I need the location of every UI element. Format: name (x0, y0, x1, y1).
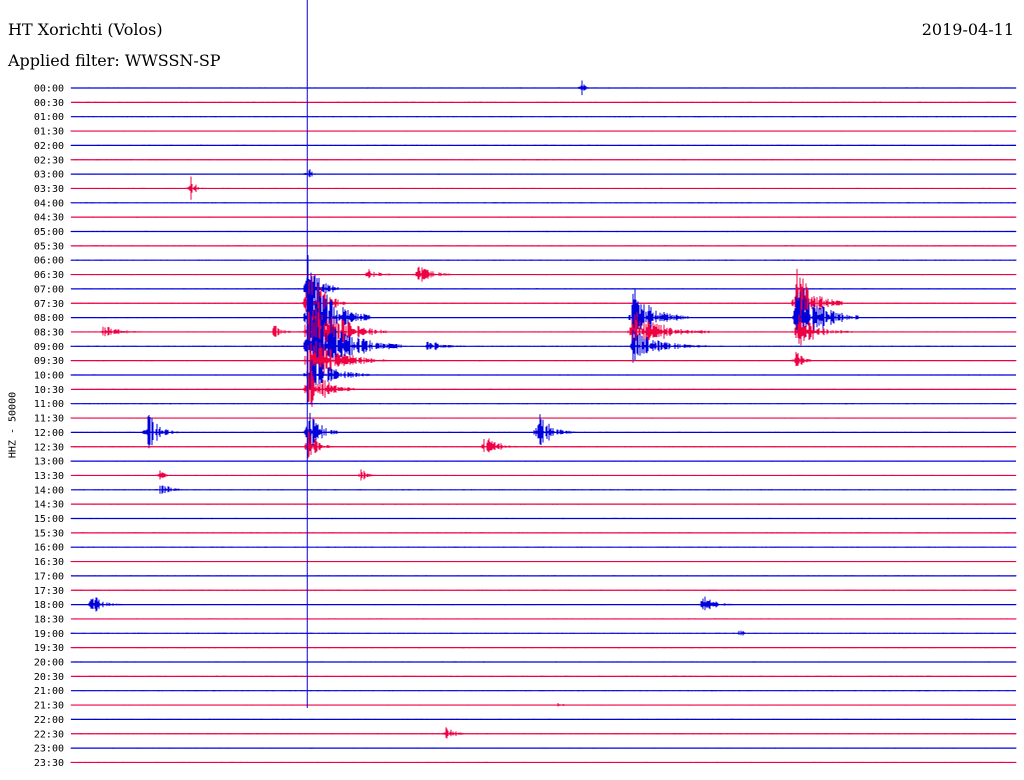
time-label-1300: 13:00 (34, 457, 64, 468)
time-label-0300: 03:00 (34, 170, 64, 181)
trace-1030 (70, 368, 1017, 407)
time-label-2230: 22:30 (34, 729, 64, 740)
time-label-2000: 20:00 (34, 658, 64, 669)
time-label-0700: 07:00 (34, 284, 64, 295)
time-label-1800: 18:00 (34, 600, 64, 611)
time-label-0900: 09:00 (34, 342, 64, 353)
time-label-0030: 00:30 (34, 98, 64, 109)
time-label-0330: 03:30 (34, 184, 64, 195)
time-label-2100: 21:00 (34, 686, 64, 697)
time-label-0130: 01:30 (34, 127, 64, 138)
time-label-1600: 16:00 (34, 543, 64, 554)
time-label-0200: 02:00 (34, 141, 64, 152)
time-label-1530: 15:30 (34, 528, 64, 539)
time-label-0730: 07:30 (34, 299, 64, 310)
time-label-1700: 17:00 (34, 571, 64, 582)
time-label-0100: 01:00 (34, 112, 64, 123)
trace-0900 (70, 313, 1017, 373)
time-label-0530: 05:30 (34, 241, 64, 252)
time-label-2030: 20:30 (34, 672, 64, 683)
time-label-0430: 04:30 (34, 213, 64, 224)
time-label-0830: 08:30 (34, 327, 64, 338)
time-label-1400: 14:00 (34, 485, 64, 496)
time-label-2130: 21:30 (34, 701, 64, 712)
trace-2230 (70, 727, 1017, 739)
time-label-1930: 19:30 (34, 643, 64, 654)
time-label-1030: 10:30 (34, 385, 64, 396)
time-label-2300: 23:00 (34, 744, 64, 755)
time-label-1230: 12:30 (34, 442, 64, 453)
time-label-1500: 15:00 (34, 514, 64, 525)
time-label-2330: 23:30 (34, 758, 64, 769)
seismogram-plot: 00:00 00:30 01:00 01:30 02:00 02:30 03:00 03:30… (34, 0, 1017, 769)
time-label-0500: 05:00 (34, 227, 64, 238)
time-label-2200: 22:00 (34, 715, 64, 726)
trace-0300 (70, 169, 1017, 178)
trace-1400 (71, 485, 1017, 494)
time-label-1630: 16:30 (34, 557, 64, 568)
time-label-0000: 00:00 (34, 84, 64, 95)
time-label-0600: 06:00 (34, 256, 64, 267)
time-label-1130: 11:30 (34, 414, 64, 425)
time-label-0400: 04:00 (34, 198, 64, 209)
time-label-1330: 13:30 (34, 471, 64, 482)
time-label-0230: 02:30 (34, 155, 64, 166)
time-label-1200: 12:00 (34, 428, 64, 439)
trace-0830 (70, 302, 1017, 352)
time-label-0630: 06:30 (34, 270, 64, 281)
time-label-1730: 17:30 (34, 586, 64, 597)
time-label-1430: 14:30 (34, 500, 64, 511)
time-label-1900: 19:00 (34, 629, 64, 640)
time-label-1830: 18:30 (34, 614, 64, 625)
trace-0800 (70, 276, 1017, 348)
time-label-0930: 09:30 (34, 356, 64, 367)
time-label-1100: 11:00 (34, 399, 64, 410)
time-label-1000: 10:00 (34, 371, 64, 382)
trace-0430 (70, 216, 1017, 218)
time-label-0800: 08:00 (34, 313, 64, 324)
